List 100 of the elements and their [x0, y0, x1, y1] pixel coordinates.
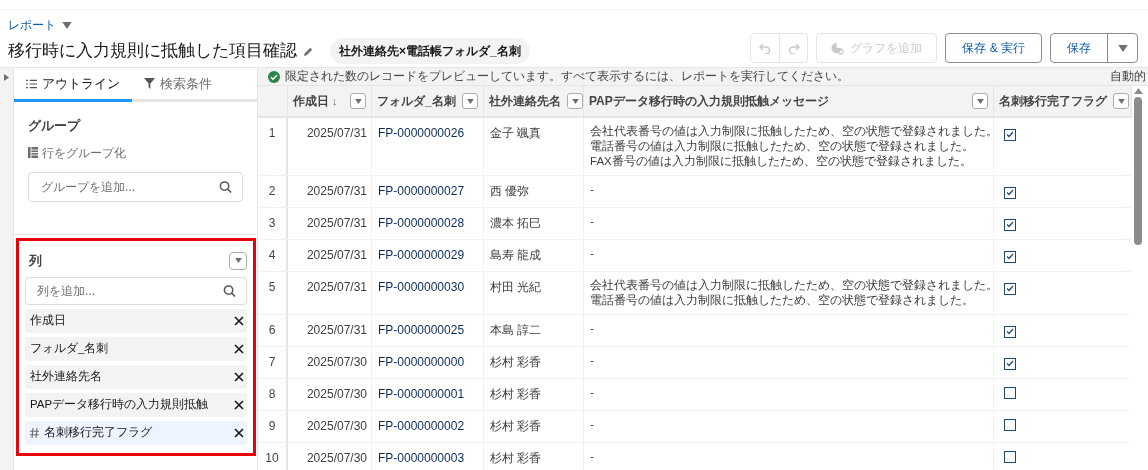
table-cell: FP-0000000026	[372, 118, 484, 176]
checkbox[interactable]	[1004, 419, 1016, 432]
remove-button[interactable]	[234, 427, 244, 438]
dropdown-button[interactable]	[229, 251, 247, 270]
remove-button[interactable]	[234, 371, 244, 382]
table-cell: FP-0000000030	[372, 272, 484, 315]
checkbox[interactable]	[1004, 387, 1016, 400]
panel-tab[interactable]: 検索条件	[132, 68, 224, 102]
dropdown-button[interactable]	[462, 93, 478, 110]
column-pill[interactable]: 名刺移行完了フラグ	[25, 420, 247, 445]
row-number: 7	[258, 347, 288, 379]
checkbox[interactable]	[1004, 250, 1016, 263]
table-cell: 2025/07/31	[288, 176, 372, 208]
caret-icon	[571, 98, 579, 104]
column-pill[interactable]: PAPデータ移行時の入力規則抵触	[25, 392, 247, 417]
table-cell: FP-0000000001	[372, 379, 484, 411]
list-icon	[26, 78, 37, 89]
table-cell: 島寿 龍成	[484, 240, 584, 272]
section-title: 列	[28, 252, 42, 270]
auto-update-label: 自動的	[1110, 69, 1147, 84]
column-pill[interactable]: フォルダ_名刺	[25, 336, 247, 361]
table-cell: FP-0000000000	[372, 347, 484, 379]
checkbox[interactable]	[1004, 325, 1016, 338]
table-cell: -	[584, 240, 994, 272]
table-cell: 2025/07/31	[288, 315, 372, 347]
checkbox[interactable]	[1004, 186, 1016, 199]
table-cell: 2025/07/31	[288, 118, 372, 176]
save-run-button[interactable]: 保存 & 実行	[945, 33, 1042, 63]
column-header[interactable]: 社外連絡先名	[484, 86, 584, 117]
column-search-field[interactable]: 列を追加...	[25, 276, 247, 305]
redo-icon	[787, 42, 800, 54]
table-cell: 2025/07/31	[288, 208, 372, 240]
checkbox[interactable]	[1004, 357, 1016, 370]
table-cell: 会社代表番号の値は入力制限に抵触したため、空の状態で登録されました。 電話番号の値は入力制限に抵触したため、空の状態で登録されました。	[584, 272, 994, 315]
checkbox[interactable]	[1004, 451, 1016, 464]
checkbox[interactable]	[1004, 128, 1016, 141]
column-header[interactable]: 名刺移行完了フラグ	[994, 86, 1132, 117]
table-cell: 西 優弥	[484, 176, 584, 208]
table-cell: 2025/07/31	[288, 272, 372, 315]
table-cell: FP-0000000027	[372, 176, 484, 208]
table-cell: FP-0000000029	[372, 240, 484, 272]
section-title: グループ	[28, 117, 82, 135]
dropdown-button[interactable]	[350, 93, 366, 110]
checkbox[interactable]	[1004, 282, 1016, 295]
remove-button[interactable]	[234, 315, 244, 326]
caret-icon[interactable]	[62, 21, 72, 29]
scrollbar-thumb[interactable]	[1134, 97, 1142, 246]
filter-icon	[144, 78, 155, 89]
group-rows-label: 行をグループ化	[42, 144, 126, 162]
pencil-icon[interactable]	[303, 45, 314, 57]
row-number: 5	[258, 272, 288, 315]
close-icon	[234, 371, 244, 382]
close-icon	[234, 315, 244, 326]
table-cell: -	[584, 411, 994, 443]
table-cell: FP-0000000025	[372, 315, 484, 347]
caret-icon	[1117, 98, 1125, 104]
table-cell: -	[584, 176, 994, 208]
caret-icon	[1117, 44, 1128, 52]
table-cell: 2025/07/30	[288, 347, 372, 379]
table-cell: -	[584, 315, 994, 347]
table-cell: -	[584, 379, 994, 411]
undo-icon	[759, 42, 772, 54]
caret-icon	[234, 258, 242, 264]
row-number: 2	[258, 176, 288, 208]
table-cell: -	[584, 443, 994, 470]
dropdown-button[interactable]	[972, 93, 988, 110]
close-icon	[234, 399, 244, 410]
column-header[interactable]: フォルダ_名刺	[372, 86, 484, 117]
panel-tab[interactable]: アウトライン	[14, 68, 132, 102]
close-icon	[234, 343, 244, 354]
table-cell: 2025/07/31	[288, 240, 372, 272]
column-header[interactable]: PAPデータ移行時の入力規則抵触メッセージ	[584, 86, 994, 117]
table-cell: -	[584, 347, 994, 379]
row-number: 9	[258, 411, 288, 443]
dropdown-button[interactable]	[567, 93, 583, 110]
column-header[interactable]: 作成日 ↓	[288, 86, 372, 117]
row-number: 8	[258, 379, 288, 411]
hash-icon	[30, 427, 39, 438]
table-cell: 2025/07/30	[288, 443, 372, 470]
caret-icon	[976, 98, 984, 104]
checkbox[interactable]	[1004, 218, 1016, 231]
dropdown-button[interactable]	[1113, 93, 1129, 110]
column-pill[interactable]: 社外連絡先名	[25, 364, 247, 389]
group-search-field[interactable]: グループを追加...	[28, 171, 243, 202]
rows-icon	[28, 147, 38, 158]
preview-notice: 限定された数のレコードをプレビューしています。すべて表示するには、レポートを実行してください。	[285, 69, 849, 84]
remove-button[interactable]	[234, 399, 244, 410]
chevron-icon[interactable]	[4, 74, 9, 81]
column-pill[interactable]: 作成日	[25, 308, 247, 333]
breadcrumb-link[interactable]: レポート	[8, 16, 56, 34]
table-cell: 本島 諄二	[484, 315, 584, 347]
caret-icon	[466, 98, 474, 104]
table-cell: FP-0000000003	[372, 443, 484, 470]
table-cell: 2025/07/30	[288, 379, 372, 411]
table-cell: FP-0000000002	[372, 411, 484, 443]
table-cell: 2025/07/30	[288, 411, 372, 443]
table-cell: 濃本 拓巳	[484, 208, 584, 240]
report-type-badge: 社外連絡先×電話帳フォルダ_名刺	[330, 38, 530, 64]
table-cell: FP-0000000028	[372, 208, 484, 240]
remove-button[interactable]	[234, 343, 244, 354]
